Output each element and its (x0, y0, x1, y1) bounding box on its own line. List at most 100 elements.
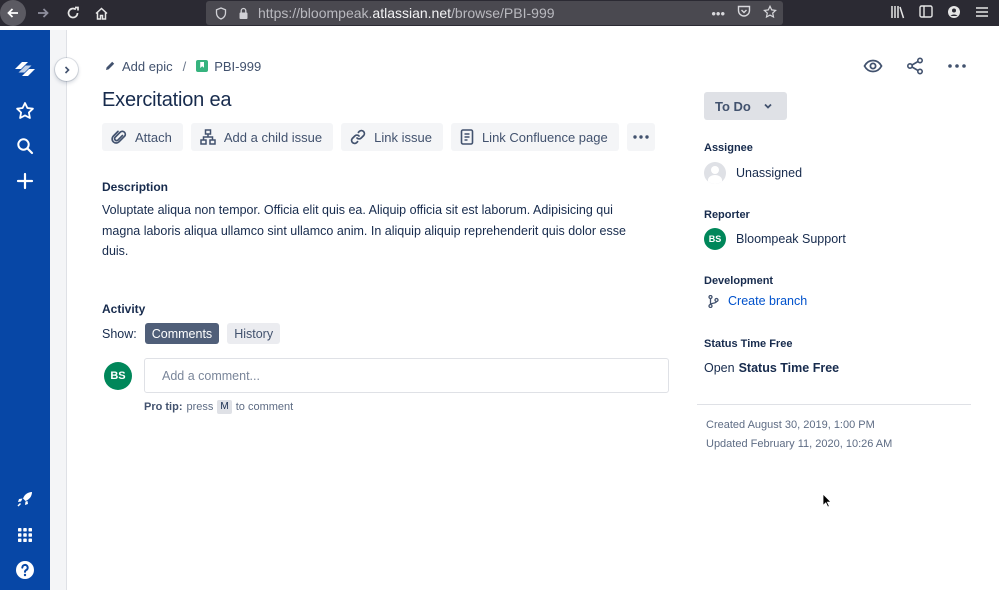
more-horizontal-icon (633, 135, 649, 139)
tab-comments[interactable]: Comments (144, 323, 220, 344)
chevron-right-icon (64, 65, 70, 74)
attach-label: Attach (135, 129, 172, 145)
pro-tip-suffix: to comment (235, 401, 294, 413)
create-branch-label: Create branch (728, 294, 808, 308)
home-button[interactable] (88, 0, 114, 26)
global-navigation (0, 30, 50, 590)
lock-icon[interactable] (232, 7, 254, 20)
link-issue-label: Link issue (374, 129, 432, 145)
more-horizontal-icon (948, 64, 966, 68)
search-icon[interactable] (0, 131, 50, 161)
avatar: BS (104, 362, 132, 390)
link-confluence-page-label: Link Confluence page (481, 129, 608, 145)
activity-filter: Show: Comments History (102, 323, 281, 344)
status-time-field: Open Status Time Free (704, 361, 839, 375)
breadcrumb-separator: / (182, 58, 187, 74)
browser-toolbar: https://bloompeak.atlassian.net/browse/P… (0, 0, 999, 26)
reporter-value: Bloompeak Support (736, 232, 846, 246)
create-branch-link[interactable]: Create branch (708, 294, 807, 308)
pocket-icon[interactable] (737, 5, 751, 21)
show-label: Show: (102, 326, 137, 341)
pro-tip: Pro tip: press M to comment (144, 400, 293, 414)
issue-header-actions (861, 54, 969, 78)
menu-icon[interactable] (975, 6, 989, 21)
link-icon (350, 129, 366, 145)
add-child-issue-label: Add a child issue (223, 129, 323, 145)
updated-date: Updated February 11, 2020, 10:26 AM (706, 438, 893, 450)
reload-button[interactable] (60, 0, 86, 26)
chevron-down-icon (764, 103, 772, 109)
url-text[interactable]: https://bloompeak.atlassian.net/browse/P… (258, 5, 555, 21)
add-epic-label: Add epic (122, 58, 173, 74)
library-icon[interactable] (890, 5, 905, 22)
expand-sidebar-button[interactable] (55, 58, 78, 81)
address-bar[interactable]: https://bloompeak.atlassian.net/browse/P… (206, 1, 783, 25)
status-time-link[interactable]: Status Time Free (739, 361, 840, 375)
status-time-open: Open (704, 361, 735, 375)
jira-logo-icon[interactable] (0, 54, 50, 84)
divider (697, 404, 971, 405)
assignee-heading: Assignee (704, 142, 753, 154)
issue-title[interactable]: Exercitation ea (102, 89, 231, 112)
bookmark-star-icon[interactable] (763, 4, 777, 22)
description-heading: Description (102, 180, 169, 194)
breadcrumb: Add epic / PBI-999 (104, 58, 261, 74)
branch-icon (708, 294, 719, 308)
link-issue-button[interactable]: Link issue (341, 123, 443, 151)
sidebar-toggle-icon[interactable] (919, 5, 933, 21)
arrow-right-icon (38, 8, 49, 18)
eye-icon (863, 59, 883, 73)
development-heading: Development (704, 275, 774, 287)
link-confluence-page-button[interactable]: Link Confluence page (450, 123, 619, 151)
issue-key-link[interactable]: PBI-999 (196, 59, 261, 74)
reload-icon (67, 6, 79, 19)
project-sidebar-collapsed (50, 30, 67, 590)
page-icon (460, 129, 474, 145)
url-domain: atlassian.net (372, 5, 452, 21)
toolbar-more-button[interactable] (626, 123, 655, 151)
page-actions-icon[interactable]: ••• (711, 6, 725, 21)
status-time-heading: Status Time Free (704, 338, 793, 350)
forward-button[interactable] (30, 0, 56, 26)
issue-key: PBI-999 (214, 58, 262, 74)
created-date: Created August 30, 2019, 1:00 PM (706, 419, 875, 431)
url-prefix: https://bloompeak. (258, 5, 373, 21)
comment-input[interactable]: Add a comment... (144, 358, 669, 393)
attach-button[interactable]: Attach (102, 123, 183, 151)
status-dropdown[interactable]: To Do (704, 92, 787, 120)
story-icon (196, 60, 209, 72)
activity-heading: Activity (102, 302, 146, 316)
avatar: BS (704, 228, 726, 250)
pro-tip-press: press (186, 401, 214, 413)
pro-tip-label: Pro tip: (144, 401, 183, 413)
assignee-value: Unassigned (736, 166, 803, 180)
reporter-field[interactable]: BS Bloompeak Support (704, 228, 846, 250)
keyboard-shortcut-key: M (217, 400, 232, 414)
account-icon[interactable] (947, 5, 961, 22)
help-icon[interactable] (0, 555, 50, 585)
home-icon (94, 6, 108, 20)
mouse-cursor-icon (822, 493, 832, 513)
paperclip-icon (111, 130, 127, 144)
more-actions-button[interactable] (945, 54, 969, 78)
watch-button[interactable] (861, 54, 885, 78)
status-label: To Do (715, 98, 751, 114)
hierarchy-icon (200, 129, 216, 145)
create-icon[interactable] (0, 166, 50, 196)
rocket-icon[interactable] (0, 484, 50, 514)
app-switcher-icon[interactable] (0, 520, 50, 550)
shield-icon[interactable] (210, 6, 232, 20)
unassigned-avatar-icon (704, 162, 726, 184)
reporter-heading: Reporter (704, 209, 750, 221)
arrow-left-icon (7, 8, 18, 18)
add-epic-link[interactable]: Add epic (104, 59, 173, 74)
back-button[interactable] (0, 0, 26, 26)
url-path: /browse/PBI-999 (451, 5, 555, 21)
starred-icon[interactable] (0, 96, 50, 126)
tab-history[interactable]: History (227, 323, 281, 344)
issue-toolbar: Attach Add a child issue Link issue Link… (102, 123, 655, 151)
share-button[interactable] (903, 54, 927, 78)
description-text[interactable]: Voluptate aliqua non tempor. Officia eli… (102, 200, 642, 262)
add-child-issue-button[interactable]: Add a child issue (190, 123, 334, 151)
assignee-field[interactable]: Unassigned (704, 162, 802, 184)
